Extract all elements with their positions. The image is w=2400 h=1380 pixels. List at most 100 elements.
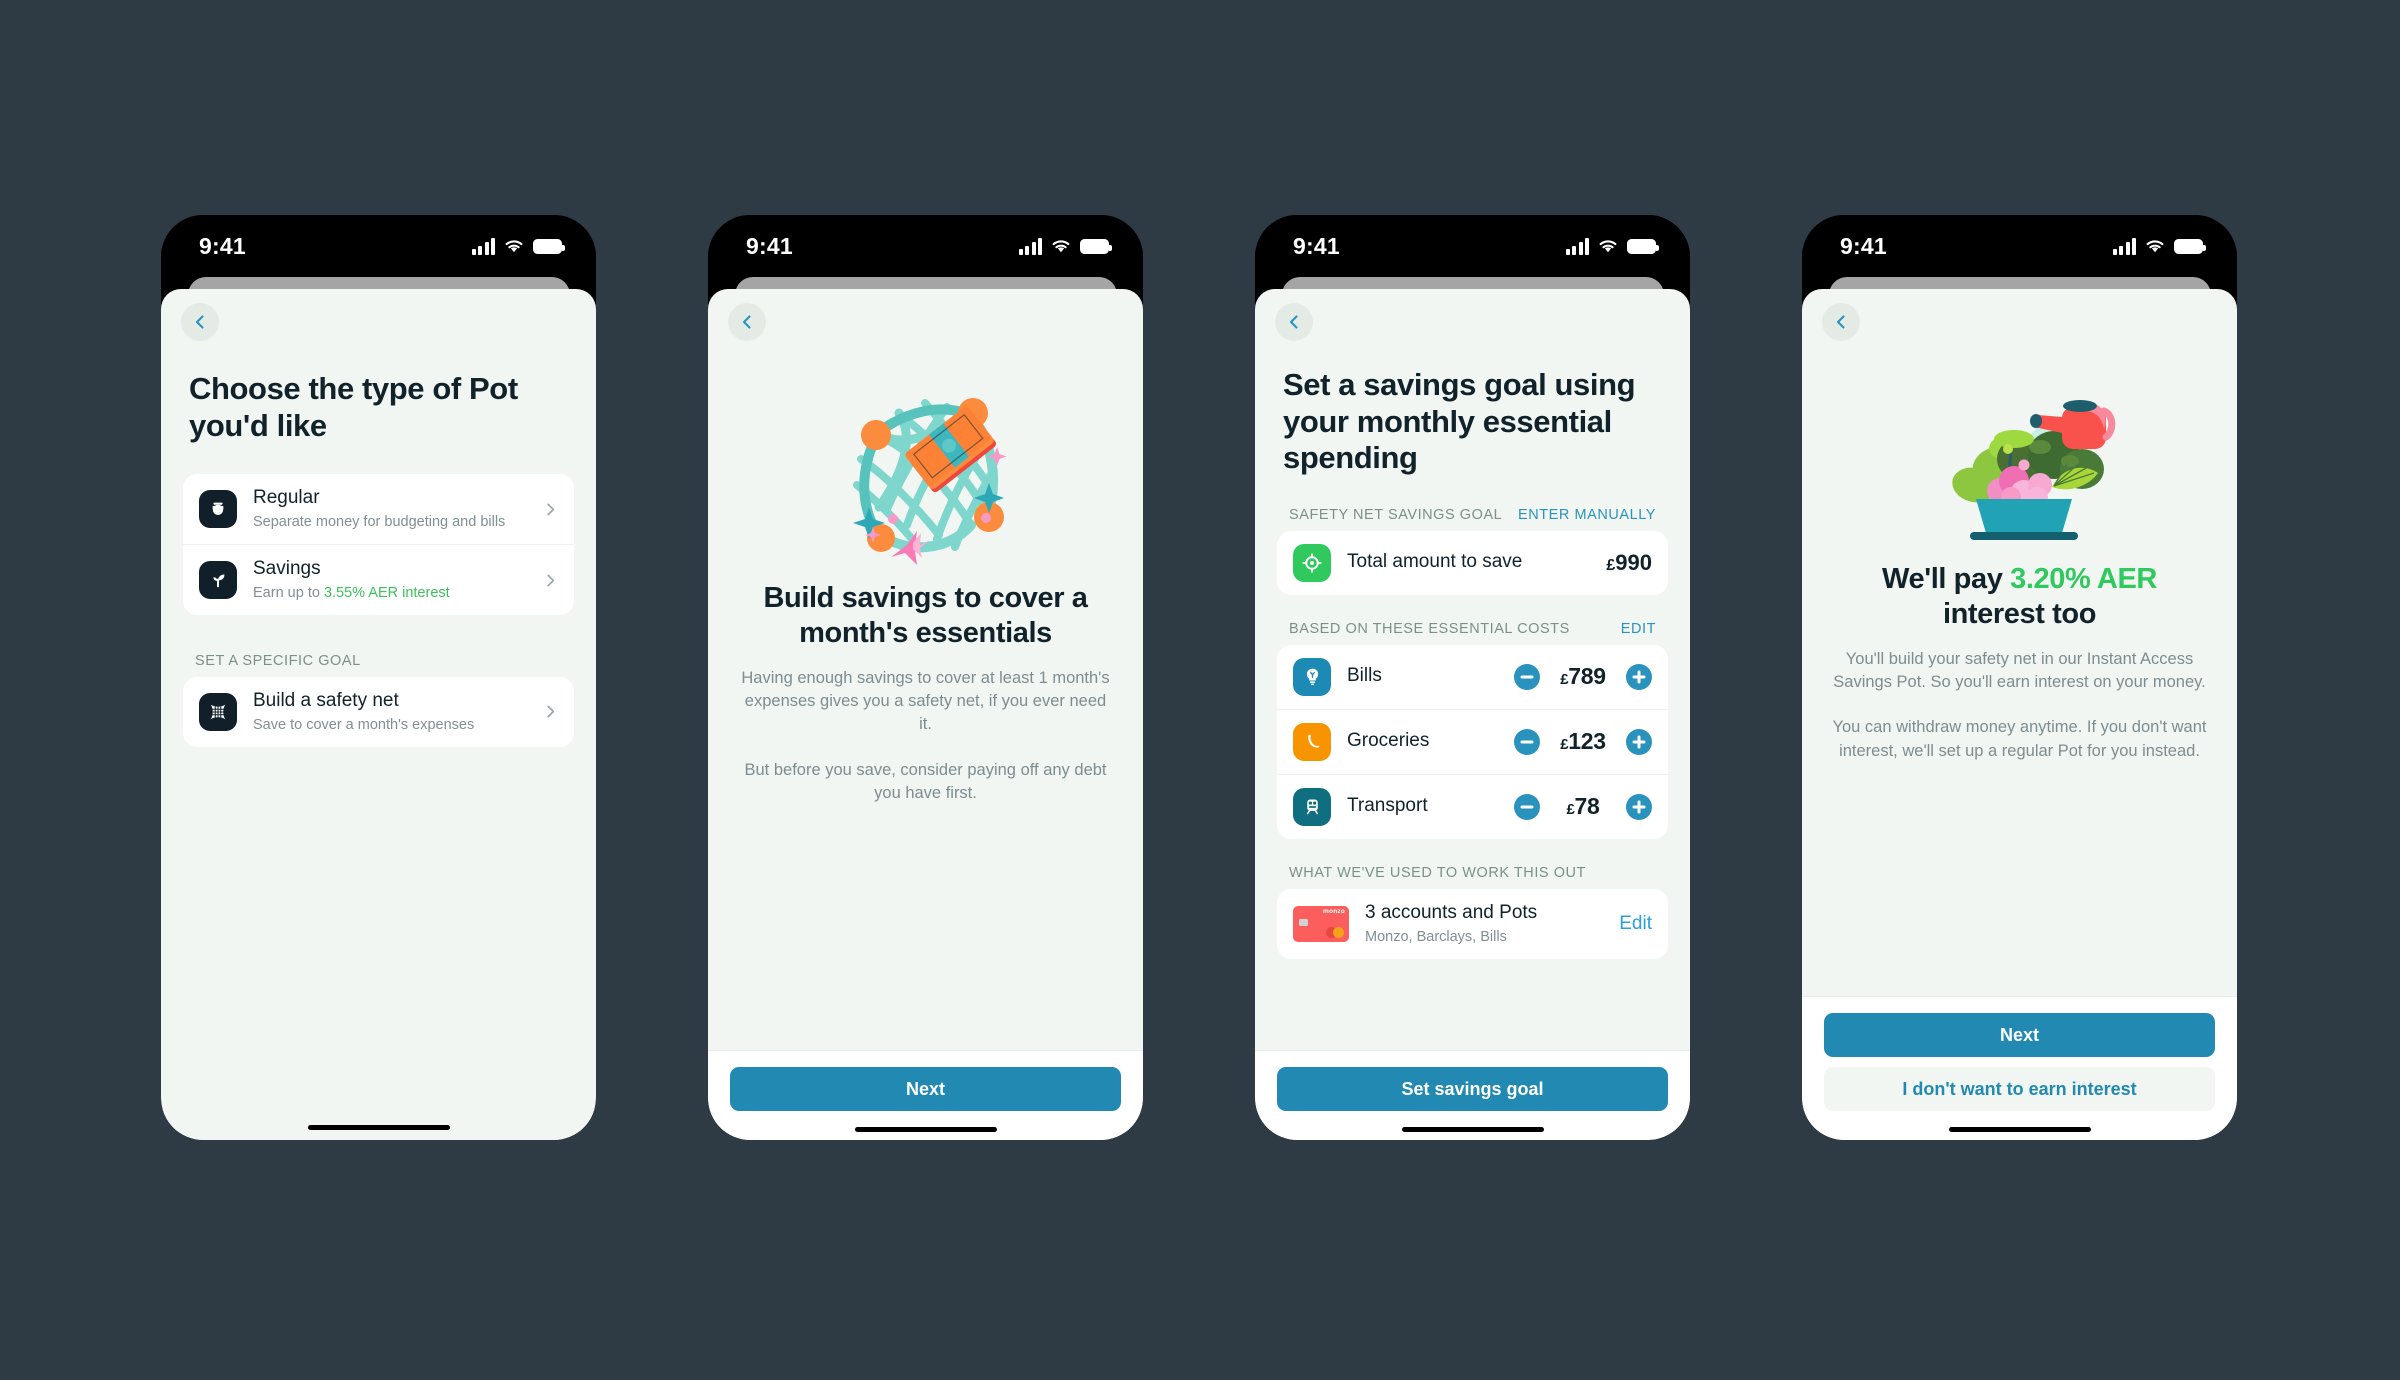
home-indicator[interactable] bbox=[854, 1126, 997, 1132]
plus-button[interactable] bbox=[1626, 793, 1652, 820]
chevron-left-icon bbox=[1289, 315, 1298, 329]
battery-icon bbox=[1627, 238, 1659, 254]
accounts-subtitle: Monzo, Barclays, Bills bbox=[1365, 928, 1507, 945]
chevron-left-icon bbox=[742, 315, 751, 329]
minus-button[interactable] bbox=[1514, 793, 1540, 820]
accounts-title: 3 accounts and Pots bbox=[1365, 901, 1538, 923]
status-icons bbox=[1018, 237, 1112, 255]
goal-section-header: SET A SPECIFIC GOAL bbox=[161, 653, 596, 677]
list-item-subtitle: Save to cover a month's expenses bbox=[253, 716, 475, 733]
body-paragraph-2: But before you save, consider paying off… bbox=[744, 760, 1107, 803]
section-label: BASED ON THESE ESSENTIAL COSTS bbox=[1289, 620, 1570, 637]
status-bar: 9:41 bbox=[708, 215, 1143, 277]
back-button[interactable] bbox=[728, 303, 766, 341]
screen-content: We'll pay 3.20% AER interest too You'll … bbox=[1802, 353, 2237, 996]
table-row-transport[interactable]: Transport £78 bbox=[1277, 773, 1668, 839]
wifi-icon bbox=[1599, 239, 1617, 252]
edit-costs-link[interactable]: EDIT bbox=[1621, 621, 1656, 637]
next-button[interactable]: Next bbox=[730, 1066, 1121, 1111]
edit-accounts-link[interactable]: Edit bbox=[1619, 913, 1652, 935]
status-icons bbox=[471, 237, 565, 255]
list-item-regular-pot[interactable]: Regular Separate money for budgeting and… bbox=[183, 474, 574, 544]
cellular-bars-icon bbox=[1565, 237, 1589, 255]
footer: Next bbox=[708, 1049, 1143, 1140]
groceries-stepper: £123 bbox=[1514, 728, 1652, 755]
page-title: Build savings to cover a month's essenti… bbox=[763, 582, 1088, 649]
plant-pot-watering-can-illustration bbox=[1832, 381, 2207, 556]
goal-section-header: SAFETY NET SAVINGS GOAL ENTER MANUALLY bbox=[1255, 507, 1690, 531]
accounts-source-card: monzo 3 accounts and Pots Monzo, Barclay… bbox=[1277, 888, 1668, 959]
table-row-bills[interactable]: Bills £789 bbox=[1277, 645, 1668, 709]
chevron-left-icon bbox=[1836, 315, 1845, 329]
battery-icon bbox=[1080, 238, 1112, 254]
savings-goal-card: Total amount to save £990 bbox=[1277, 530, 1668, 595]
chevron-right-icon bbox=[543, 502, 558, 517]
row-texts: Groceries bbox=[1347, 730, 1498, 753]
status-time: 9:41 bbox=[1293, 232, 1340, 259]
status-time: 9:41 bbox=[1840, 232, 1887, 259]
total-amount-row[interactable]: Total amount to save £990 bbox=[1277, 531, 1668, 595]
back-button[interactable] bbox=[1275, 303, 1313, 341]
home-indicator[interactable] bbox=[1401, 1126, 1544, 1132]
wifi-icon bbox=[505, 239, 523, 252]
set-savings-goal-button[interactable]: Set savings goal bbox=[1277, 1066, 1668, 1111]
table-row-groceries[interactable]: Groceries £123 bbox=[1277, 708, 1668, 774]
minus-button[interactable] bbox=[1514, 663, 1540, 690]
plus-button[interactable] bbox=[1626, 728, 1652, 755]
row-texts: Regular Separate money for budgeting and… bbox=[253, 487, 527, 531]
back-button[interactable] bbox=[1822, 303, 1860, 341]
total-amount-value: £990 bbox=[1606, 549, 1652, 575]
home-indicator[interactable] bbox=[307, 1124, 450, 1130]
row-title: Bills bbox=[1347, 665, 1382, 687]
bills-value: £789 bbox=[1560, 663, 1606, 690]
nav-bar bbox=[1802, 289, 2237, 353]
battery-icon bbox=[2174, 238, 2206, 254]
row-texts: Savings Earn up to 3.55% AER interest bbox=[253, 558, 527, 602]
decline-interest-button[interactable]: I don't want to earn interest bbox=[1824, 1066, 2215, 1111]
list-item-title: Regular bbox=[253, 487, 320, 509]
nav-bar bbox=[1255, 289, 1690, 353]
body-paragraph-1: You'll build your safety net in our Inst… bbox=[1833, 649, 2206, 692]
screen-content: Set a savings goal using your monthly es… bbox=[1255, 353, 1690, 1050]
status-bar: 9:41 bbox=[161, 215, 596, 277]
pot-type-card: Regular Separate money for budgeting and… bbox=[183, 474, 574, 615]
groceries-value: £123 bbox=[1560, 728, 1606, 755]
specific-goal-card: Build a safety net Save to cover a month… bbox=[183, 677, 574, 747]
list-item-savings-pot[interactable]: Savings Earn up to 3.55% AER interest bbox=[183, 544, 574, 615]
row-title: Total amount to save bbox=[1347, 551, 1523, 573]
essential-costs-card: Bills £789 Groceries £123 Transport £78 bbox=[1277, 644, 1668, 839]
page-title: We'll pay 3.20% AER interest too bbox=[1882, 563, 2157, 630]
cellular-bars-icon bbox=[2112, 237, 2136, 255]
enter-manually-link[interactable]: ENTER MANUALLY bbox=[1518, 507, 1656, 523]
safety-net-icon bbox=[199, 692, 237, 731]
section-label: SAFETY NET SAVINGS GOAL bbox=[1289, 506, 1503, 523]
cellular-bars-icon bbox=[471, 237, 495, 255]
plus-button[interactable] bbox=[1626, 663, 1652, 690]
home-indicator[interactable] bbox=[1948, 1126, 2091, 1132]
pot-icon bbox=[199, 490, 237, 529]
minus-button[interactable] bbox=[1514, 728, 1540, 755]
row-title: Transport bbox=[1347, 795, 1428, 817]
accounts-row[interactable]: monzo 3 accounts and Pots Monzo, Barclay… bbox=[1277, 889, 1668, 959]
modal-sheet: Set a savings goal using your monthly es… bbox=[1255, 289, 1690, 1140]
body-paragraph-1: Having enough savings to cover at least … bbox=[741, 668, 1110, 734]
sources-section-header: WHAT WE'VE USED TO WORK THIS OUT bbox=[1255, 865, 1690, 889]
phone-mockup-3: 9:41 Set a savings goal using your month… bbox=[1255, 215, 1690, 1140]
modal-sheet: Choose the type of Pot you'd like Regula… bbox=[161, 289, 596, 1140]
section-label: WHAT WE'VE USED TO WORK THIS OUT bbox=[1289, 864, 1586, 881]
next-button[interactable]: Next bbox=[1824, 1012, 2215, 1057]
sprout-icon bbox=[199, 561, 237, 600]
safety-net-with-cash-illustration bbox=[738, 375, 1113, 575]
row-texts: Bills bbox=[1347, 665, 1498, 688]
page-title: Set a savings goal using your monthly es… bbox=[1283, 367, 1636, 476]
list-item-safety-net[interactable]: Build a safety net Save to cover a month… bbox=[183, 677, 574, 747]
status-time: 9:41 bbox=[199, 232, 246, 259]
cellular-bars-icon bbox=[1018, 237, 1042, 255]
modal-sheet: We'll pay 3.20% AER interest too You'll … bbox=[1802, 289, 2237, 1140]
modal-sheet: Build savings to cover a month's essenti… bbox=[708, 289, 1143, 1140]
back-button[interactable] bbox=[181, 303, 219, 341]
interest-rate-highlight: 3.20% AER bbox=[2010, 563, 2157, 595]
battery-icon bbox=[533, 238, 565, 254]
transport-value: £78 bbox=[1566, 793, 1600, 820]
row-texts: 3 accounts and Pots Monzo, Barclays, Bil… bbox=[1365, 902, 1603, 946]
